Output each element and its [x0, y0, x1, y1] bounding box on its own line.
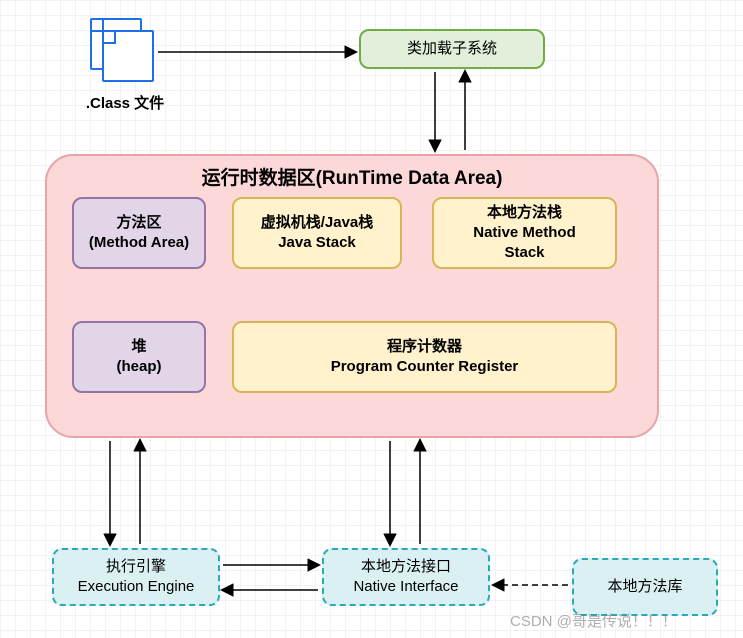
- execution-engine-box: 执行引擎 Execution Engine: [52, 548, 220, 606]
- method-area-l2: (Method Area): [89, 233, 189, 253]
- native-stack-l2: Native Method: [473, 223, 576, 243]
- classloader-box: 类加载子系统: [359, 29, 545, 69]
- ni-l1: 本地方法接口: [361, 557, 451, 577]
- exec-l1: 执行引擎: [106, 557, 166, 577]
- pc-l1: 程序计数器: [387, 337, 462, 357]
- classfile-icon: [90, 18, 156, 84]
- diagram-canvas: .Class 文件 类加载子系统 运行时数据区(RunTime Data Are…: [0, 0, 743, 638]
- java-stack-box: 虚拟机栈/Java栈 Java Stack: [232, 197, 402, 269]
- classfile-label: .Class 文件: [70, 92, 180, 113]
- pc-l2: Program Counter Register: [331, 357, 519, 377]
- runtime-title: 运行时数据区(RunTime Data Area): [47, 166, 657, 192]
- java-stack-l2: Java Stack: [278, 233, 356, 253]
- method-area-l1: 方法区: [116, 213, 161, 233]
- java-stack-l1: 虚拟机栈/Java栈: [261, 213, 374, 233]
- native-stack-l1: 本地方法栈: [487, 203, 562, 223]
- exec-l2: Execution Engine: [78, 577, 195, 597]
- nl-label: 本地方法库: [607, 577, 682, 597]
- classloader-label: 类加载子系统: [407, 39, 497, 59]
- pc-register-box: 程序计数器 Program Counter Register: [232, 321, 617, 393]
- heap-l2: (heap): [117, 357, 162, 377]
- ni-l2: Native Interface: [353, 577, 458, 597]
- native-library-box: 本地方法库: [572, 558, 718, 616]
- method-area-box: 方法区 (Method Area): [72, 197, 206, 269]
- native-stack-box: 本地方法栈 Native Method Stack: [432, 197, 617, 269]
- heap-l1: 堆: [131, 337, 146, 357]
- heap-box: 堆 (heap): [72, 321, 206, 393]
- native-stack-l3: Stack: [504, 243, 544, 263]
- native-interface-box: 本地方法接口 Native Interface: [322, 548, 490, 606]
